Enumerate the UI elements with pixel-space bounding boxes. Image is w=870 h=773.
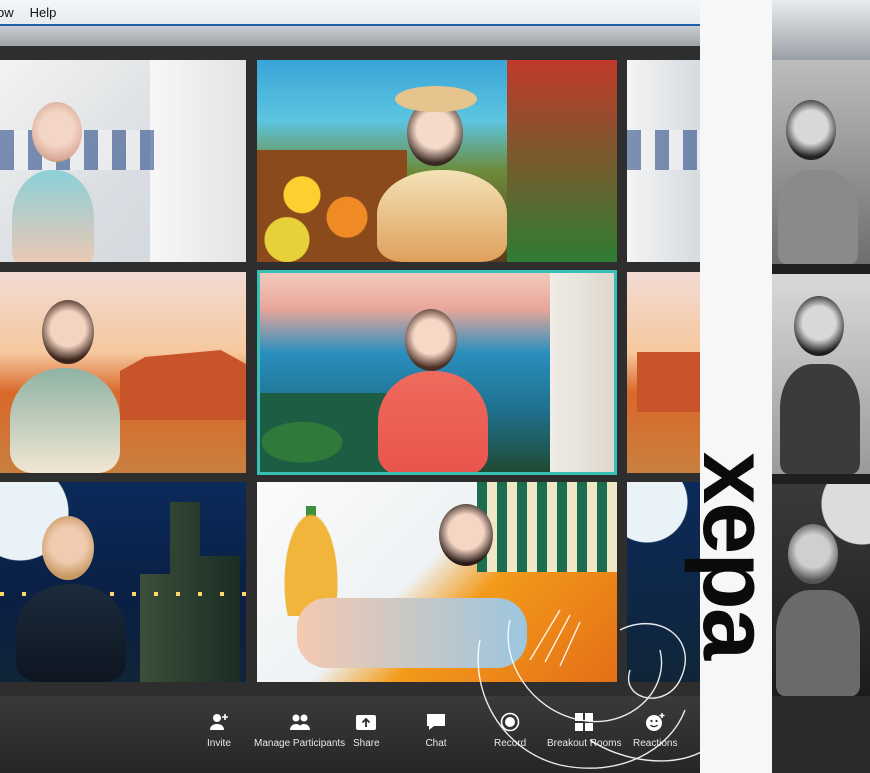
invite-icon: [209, 714, 228, 730]
breakout-rooms-label: Breakout Rooms: [547, 738, 622, 749]
record-button[interactable]: Record: [494, 712, 526, 749]
video-tile-6[interactable]: [627, 272, 700, 473]
participant-figure: [297, 598, 527, 668]
meeting-toolbar: Invite Manage Participants Share Chat Re…: [0, 696, 700, 773]
participant-figure: [12, 170, 94, 262]
secondary-toolbar-strip: [772, 696, 870, 773]
breakout-rooms-icon: [575, 713, 594, 731]
video-tile-3[interactable]: [627, 60, 700, 262]
participant-figure: [10, 368, 120, 473]
video-tile-5-active-speaker[interactable]: [257, 270, 617, 475]
reactions-icon: [646, 713, 665, 731]
share-label: Share: [353, 738, 380, 749]
invite-button[interactable]: Invite: [207, 712, 231, 749]
participant-head: [32, 102, 82, 162]
video-tile-7[interactable]: [0, 482, 246, 682]
menu-bar: ow Help: [0, 0, 700, 26]
participant-head: [405, 309, 457, 371]
manage-participants-button[interactable]: Manage Participants: [254, 712, 345, 749]
share-icon: [356, 715, 377, 730]
participant-head: [42, 516, 94, 580]
participant-figure: [377, 170, 507, 262]
record-icon: [500, 712, 520, 732]
menu-item-help[interactable]: Help: [30, 5, 57, 20]
window-toolbar-strip: [0, 26, 700, 46]
participants-icon: [289, 714, 310, 730]
participant-figure: [16, 584, 126, 682]
chat-button[interactable]: Chat: [425, 712, 447, 749]
breakout-rooms-button[interactable]: Breakout Rooms: [547, 712, 621, 749]
overlay-logo-text: xepa: [684, 451, 789, 659]
menu-item-window[interactable]: ow: [0, 5, 14, 20]
video-tile-2[interactable]: [257, 60, 617, 262]
manage-participants-label: Manage Participants: [254, 738, 346, 749]
invite-label: Invite: [207, 738, 231, 749]
gray-tile-2: [772, 274, 870, 474]
chat-icon: [427, 714, 445, 730]
participant-head: [42, 300, 94, 364]
participant-head: [439, 504, 493, 566]
participant-figure: [378, 371, 488, 472]
share-button[interactable]: Share: [353, 712, 380, 749]
chat-label: Chat: [425, 738, 447, 749]
video-tile-8[interactable]: [257, 482, 617, 682]
video-gallery: [0, 46, 700, 696]
reactions-label: Reactions: [633, 738, 678, 749]
video-tile-1[interactable]: [0, 60, 246, 262]
gray-tile-1: [772, 60, 870, 264]
video-tile-4[interactable]: [0, 272, 246, 473]
background-window-strip: [772, 0, 870, 60]
record-label: Record: [494, 738, 527, 749]
reactions-button[interactable]: Reactions: [633, 712, 677, 749]
